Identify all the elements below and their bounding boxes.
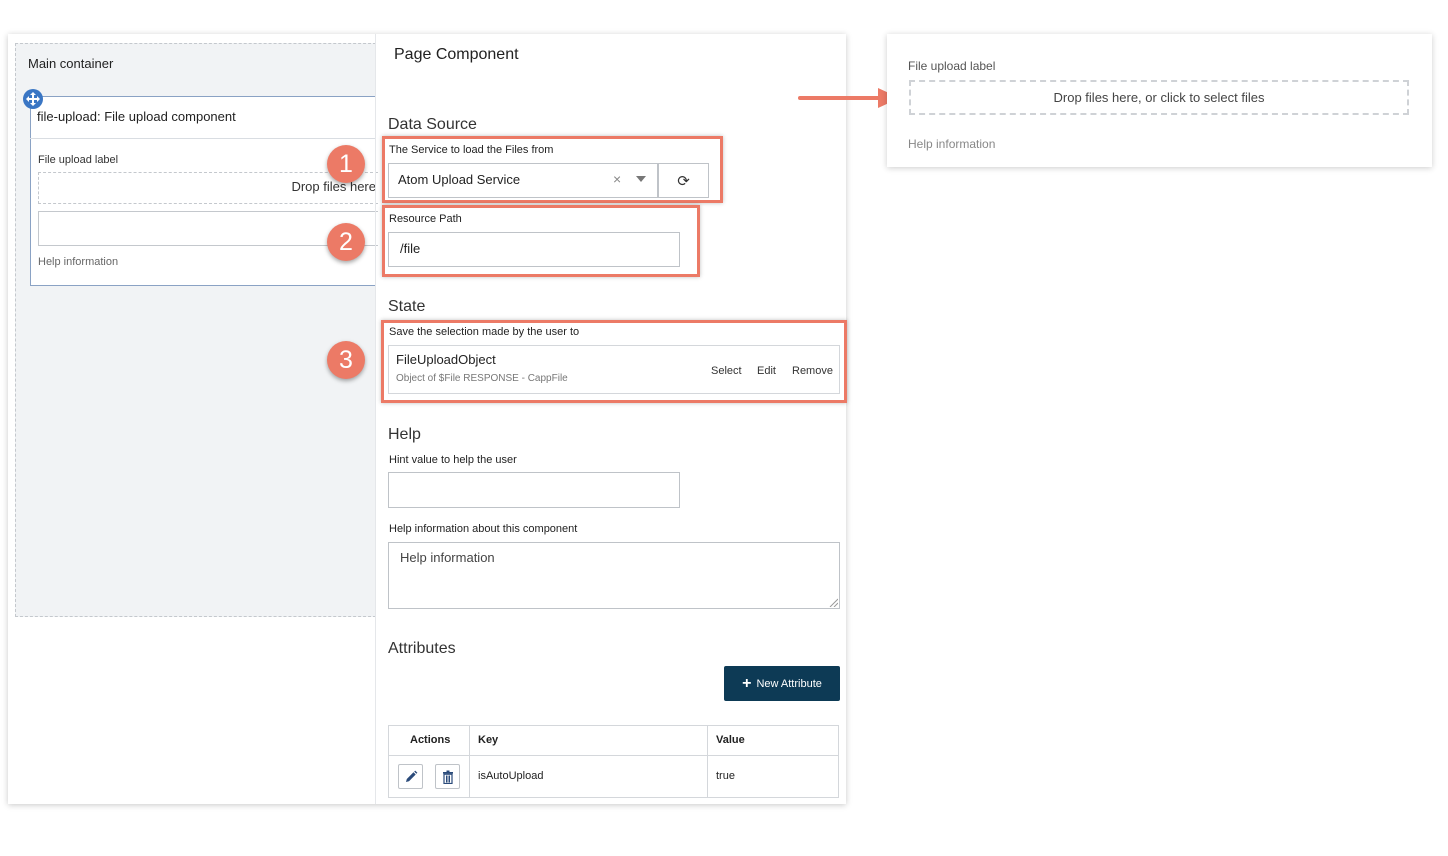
column-header-value: Value [716, 734, 745, 746]
attribute-key-cell: isAutoUpload [478, 770, 544, 782]
help-heading: Help [388, 426, 421, 443]
hint-label: Hint value to help the user [389, 454, 517, 466]
table-col-divider [707, 726, 708, 797]
column-header-key: Key [478, 734, 499, 746]
state-heading: State [388, 298, 426, 315]
callout-badge-1: 1 [327, 145, 365, 183]
main-container-title: Main container [28, 56, 114, 71]
upload-label: File upload label [38, 154, 119, 166]
move-icon[interactable] [23, 89, 43, 109]
highlight-state [381, 320, 847, 403]
hint-input[interactable] [388, 472, 680, 508]
callout-badge-2: 2 [327, 223, 365, 261]
help-info-label: Help information about this component [389, 523, 578, 535]
new-attribute-label: New Attribute [756, 677, 822, 690]
attributes-heading: Attributes [388, 640, 456, 657]
divider [30, 138, 376, 139]
preview-upload-label: File upload label [908, 59, 996, 73]
column-header-actions: Actions [410, 734, 451, 746]
panel-divider [375, 34, 376, 804]
resize-handle-icon[interactable] [828, 597, 838, 607]
delete-attribute-button[interactable] [435, 764, 460, 789]
highlight-resource-path [382, 205, 700, 277]
panel-title: Page Component [394, 46, 519, 63]
table-header-divider [389, 755, 838, 756]
preview-drop-zone[interactable]: Drop files here, or click to select file… [909, 80, 1409, 115]
callout-badge-3: 3 [327, 341, 365, 379]
attribute-value-cell: true [716, 770, 735, 782]
preview-help-text: Help information [908, 137, 996, 151]
new-attribute-button[interactable]: + New Attribute [724, 666, 840, 701]
table-col-divider [469, 726, 470, 797]
component-title: file-upload: File upload component [37, 109, 236, 124]
preview-drop-text: Drop files here, or click to select file… [1053, 90, 1265, 105]
help-info-value: Help information [400, 550, 495, 565]
plus-icon: + [742, 674, 752, 692]
help-text: Help information [38, 256, 119, 268]
pencil-icon [405, 770, 417, 782]
trash-icon [442, 770, 453, 784]
edit-attribute-button[interactable] [398, 764, 423, 789]
data-source-heading: Data Source [388, 116, 477, 133]
highlight-service [382, 136, 723, 203]
